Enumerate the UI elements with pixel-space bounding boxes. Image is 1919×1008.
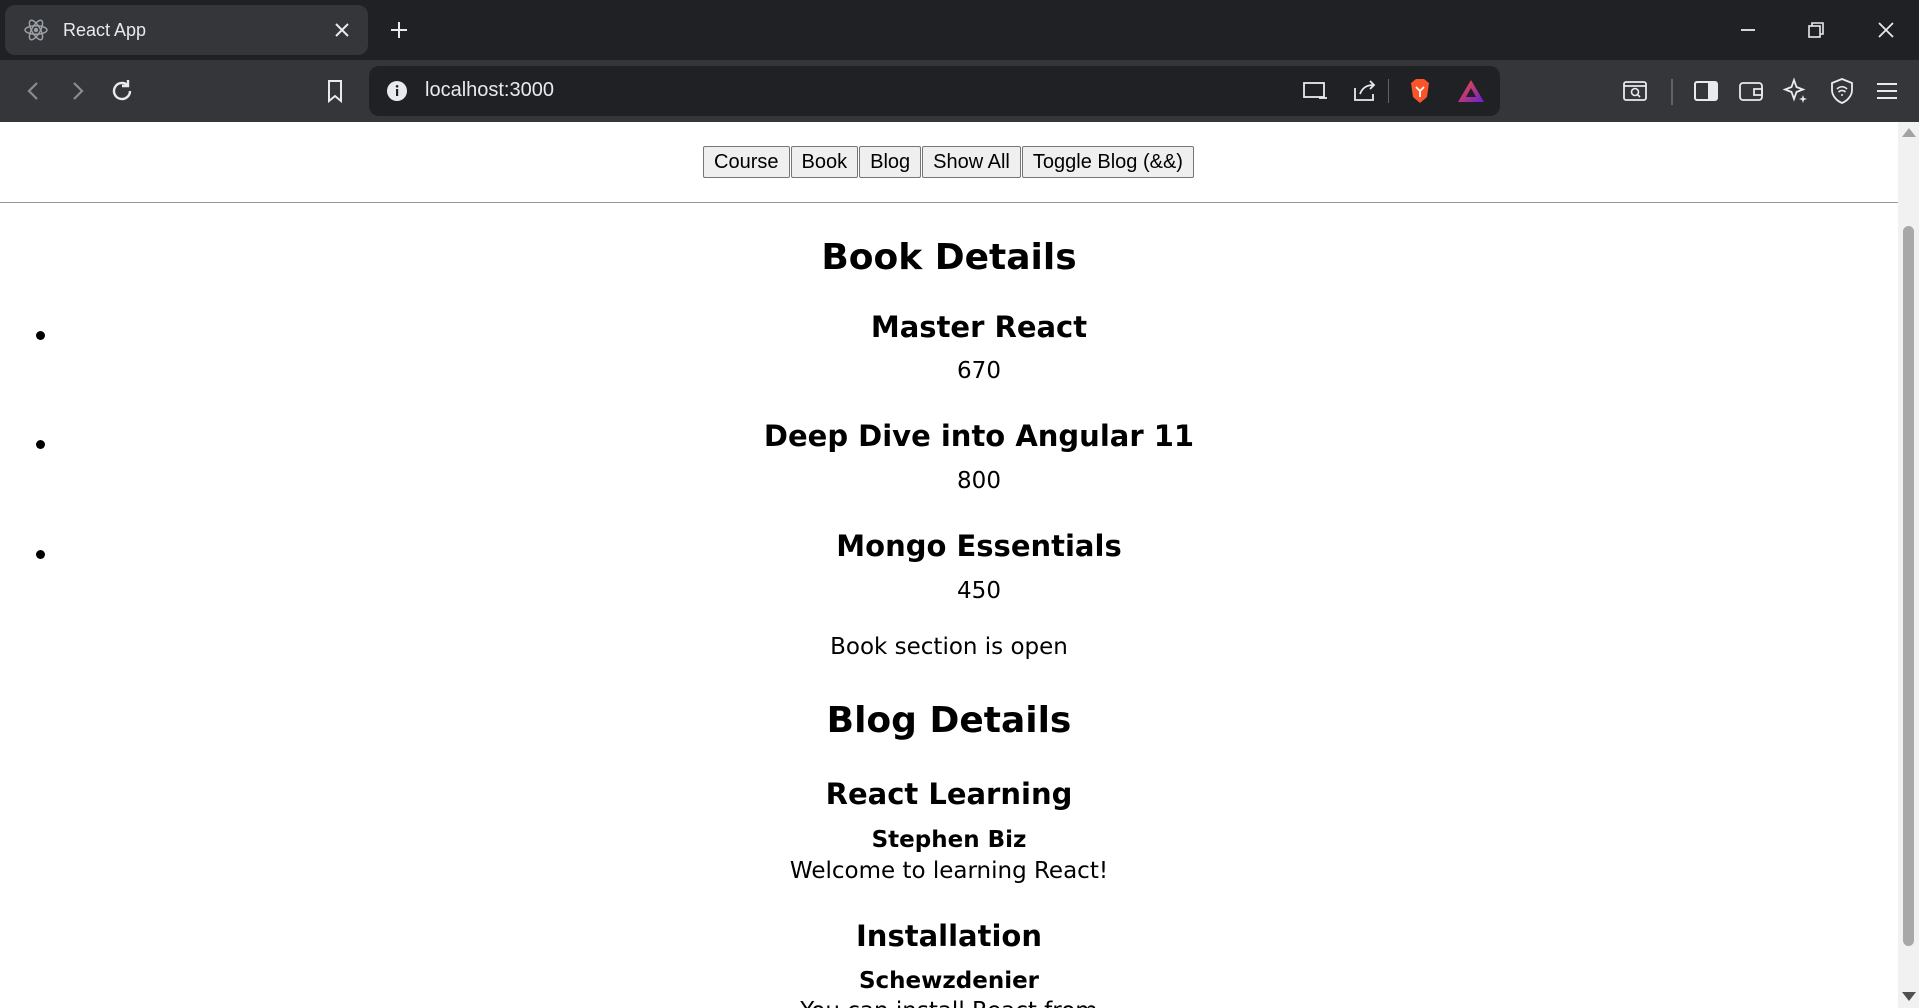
nav-bar: Course Book Blog Show All Toggle Blog (&… (0, 122, 1898, 203)
menu-icon[interactable] (1870, 74, 1904, 108)
list-bullet (36, 440, 45, 449)
back-button[interactable] (17, 74, 51, 108)
book-price: 670 (957, 358, 1001, 384)
tab-title: React App (63, 19, 147, 40)
cast-icon[interactable] (1299, 75, 1331, 107)
toggle-blog-button[interactable]: Toggle Blog (&&) (1021, 146, 1194, 178)
omnibox-separator (1388, 79, 1389, 103)
blog-post-author: Schewzdenier (858, 968, 1040, 994)
browser-tab[interactable]: React App (5, 5, 368, 55)
list-bullet (36, 550, 45, 559)
book-details-heading: Book Details (821, 237, 1077, 278)
blog-post-author: Stephen Biz (871, 827, 1027, 853)
toolbar-separator (1671, 79, 1673, 105)
blog-post-title: Installation (856, 919, 1042, 953)
address-bar[interactable]: localhost:3000 (369, 66, 1500, 116)
reader-mode-icon[interactable] (1618, 74, 1652, 108)
restore-button[interactable] (1786, 12, 1846, 48)
page-viewport: Course Book Blog Show All Toggle Blog (&… (0, 122, 1898, 1008)
wallet-icon[interactable] (1734, 74, 1768, 108)
blog-post-text: You can install React from (0, 998, 1898, 1008)
vpn-shield-icon[interactable] (1825, 74, 1859, 108)
page-scrollbar[interactable] (1898, 122, 1919, 1008)
new-tab-button[interactable] (384, 15, 414, 45)
scroll-up-arrow-icon[interactable] (1902, 128, 1916, 137)
scroll-thumb[interactable] (1903, 226, 1914, 946)
show-all-button[interactable]: Show All (922, 146, 1021, 178)
browser-toolbar: localhost:3000 (0, 60, 1919, 122)
react-logo-icon (23, 17, 49, 43)
book-price: 800 (957, 468, 1001, 494)
blog-button[interactable]: Blog (859, 146, 922, 178)
book-name: Deep Dive into Angular 11 (763, 419, 1195, 453)
share-icon[interactable] (1349, 75, 1381, 107)
blog-details-heading: Blog Details (826, 700, 1072, 741)
bookmark-button[interactable] (318, 74, 352, 108)
book-name: Mongo Essentials (836, 529, 1122, 563)
course-button[interactable]: Course (703, 146, 790, 178)
close-window-button[interactable] (1856, 12, 1916, 48)
sidebar-icon[interactable] (1689, 74, 1723, 108)
list-bullet (36, 331, 45, 340)
site-info-icon[interactable] (381, 75, 413, 107)
blog-post-text: Welcome to learning React! (789, 858, 1109, 884)
reload-button[interactable] (105, 74, 139, 108)
book-button[interactable]: Book (790, 146, 859, 178)
url-text[interactable]: localhost:3000 (425, 79, 554, 102)
minimize-button[interactable] (1718, 12, 1778, 48)
blog-post-title: React Learning (825, 777, 1073, 811)
tab-strip: React App (0, 0, 1919, 60)
brave-rewards-icon[interactable] (1455, 75, 1487, 107)
close-tab-icon[interactable] (330, 18, 354, 42)
brave-shields-icon[interactable] (1404, 75, 1436, 107)
book-price: 450 (957, 578, 1001, 604)
leo-ai-icon[interactable] (1779, 74, 1813, 108)
scroll-down-arrow-icon[interactable] (1902, 992, 1916, 1001)
forward-button[interactable] (60, 74, 94, 108)
book-name: Master React (870, 310, 1088, 344)
book-status-text: Book section is open (830, 634, 1068, 660)
